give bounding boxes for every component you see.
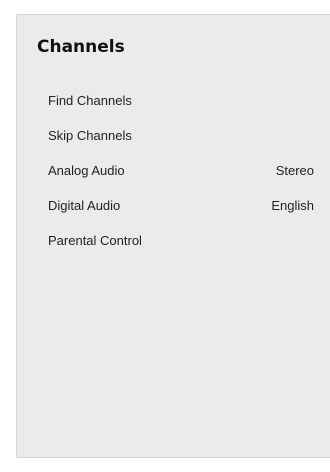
menu-item-label: Parental Control	[48, 233, 142, 248]
menu-item-label: Find Channels	[48, 93, 132, 108]
menu-item-analog-audio[interactable]: Analog Audio Stereo	[17, 157, 330, 192]
menu-item-find-channels[interactable]: Find Channels	[17, 87, 330, 122]
menu-item-skip-channels[interactable]: Skip Channels	[17, 122, 330, 157]
channels-menu: Find Channels Skip Channels Analog Audio…	[17, 87, 330, 262]
menu-item-parental-control[interactable]: Parental Control	[17, 227, 330, 262]
menu-item-value: Stereo	[275, 163, 314, 178]
menu-item-label: Digital Audio	[48, 198, 121, 213]
menu-item-label: Analog Audio	[48, 163, 125, 178]
menu-item-label: Skip Channels	[48, 128, 132, 143]
channels-panel: Channels Find Channels Skip Channels Ana…	[16, 14, 330, 458]
panel-title: Channels	[37, 37, 125, 57]
menu-item-value: English	[271, 198, 314, 213]
menu-item-digital-audio[interactable]: Digital Audio English	[17, 192, 330, 227]
